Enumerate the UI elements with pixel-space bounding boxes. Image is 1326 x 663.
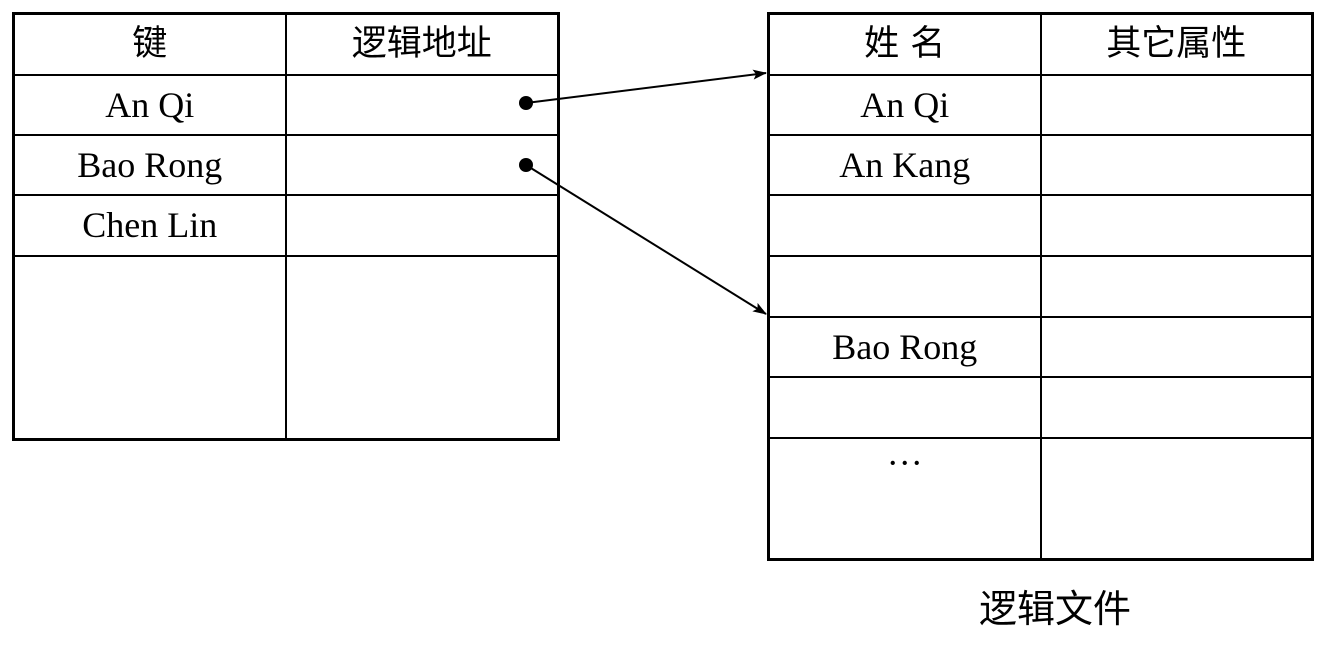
file-attr-cell [1039,436,1314,561]
index-key-cell: Bao Rong [12,133,287,196]
file-attr-cell [1039,133,1314,196]
file-attr-cell [1039,193,1314,257]
index-address-cell [284,73,560,136]
index-address-cell [284,193,560,257]
index-key-cell [12,254,287,441]
file-name-cell [767,254,1042,318]
logical-file-table: 姓 名 其它属性 An Qi An Kang Bao Rong ··· [767,12,1314,561]
file-attr-cell [1039,73,1314,136]
file-attr-cell [1039,254,1314,318]
index-table: 键 逻辑地址 An Qi Bao Rong Chen Lin [12,12,560,441]
pointer-arrow-an-qi [525,69,767,104]
file-header-attributes: 其它属性 [1039,12,1314,76]
index-address-cell [284,254,560,441]
file-header-name: 姓 名 [767,12,1042,76]
file-name-cell [767,375,1042,439]
file-name-cell: Bao Rong [767,315,1042,378]
file-attr-cell [1039,315,1314,378]
diagram-caption: 逻辑文件 [978,587,1131,631]
index-key-cell: Chen Lin [12,193,287,257]
index-header-address: 逻辑地址 [284,12,560,76]
index-address-cell [284,133,560,196]
index-header-key: 键 [12,12,287,76]
pointer-arrow-bao-rong [525,164,767,315]
file-name-cell: An Kang [767,133,1042,196]
file-name-cell [767,193,1042,257]
file-name-ellipsis: ··· [767,436,1042,561]
file-attr-cell [1039,375,1314,439]
index-key-cell: An Qi [12,73,287,136]
file-name-cell: An Qi [767,73,1042,136]
